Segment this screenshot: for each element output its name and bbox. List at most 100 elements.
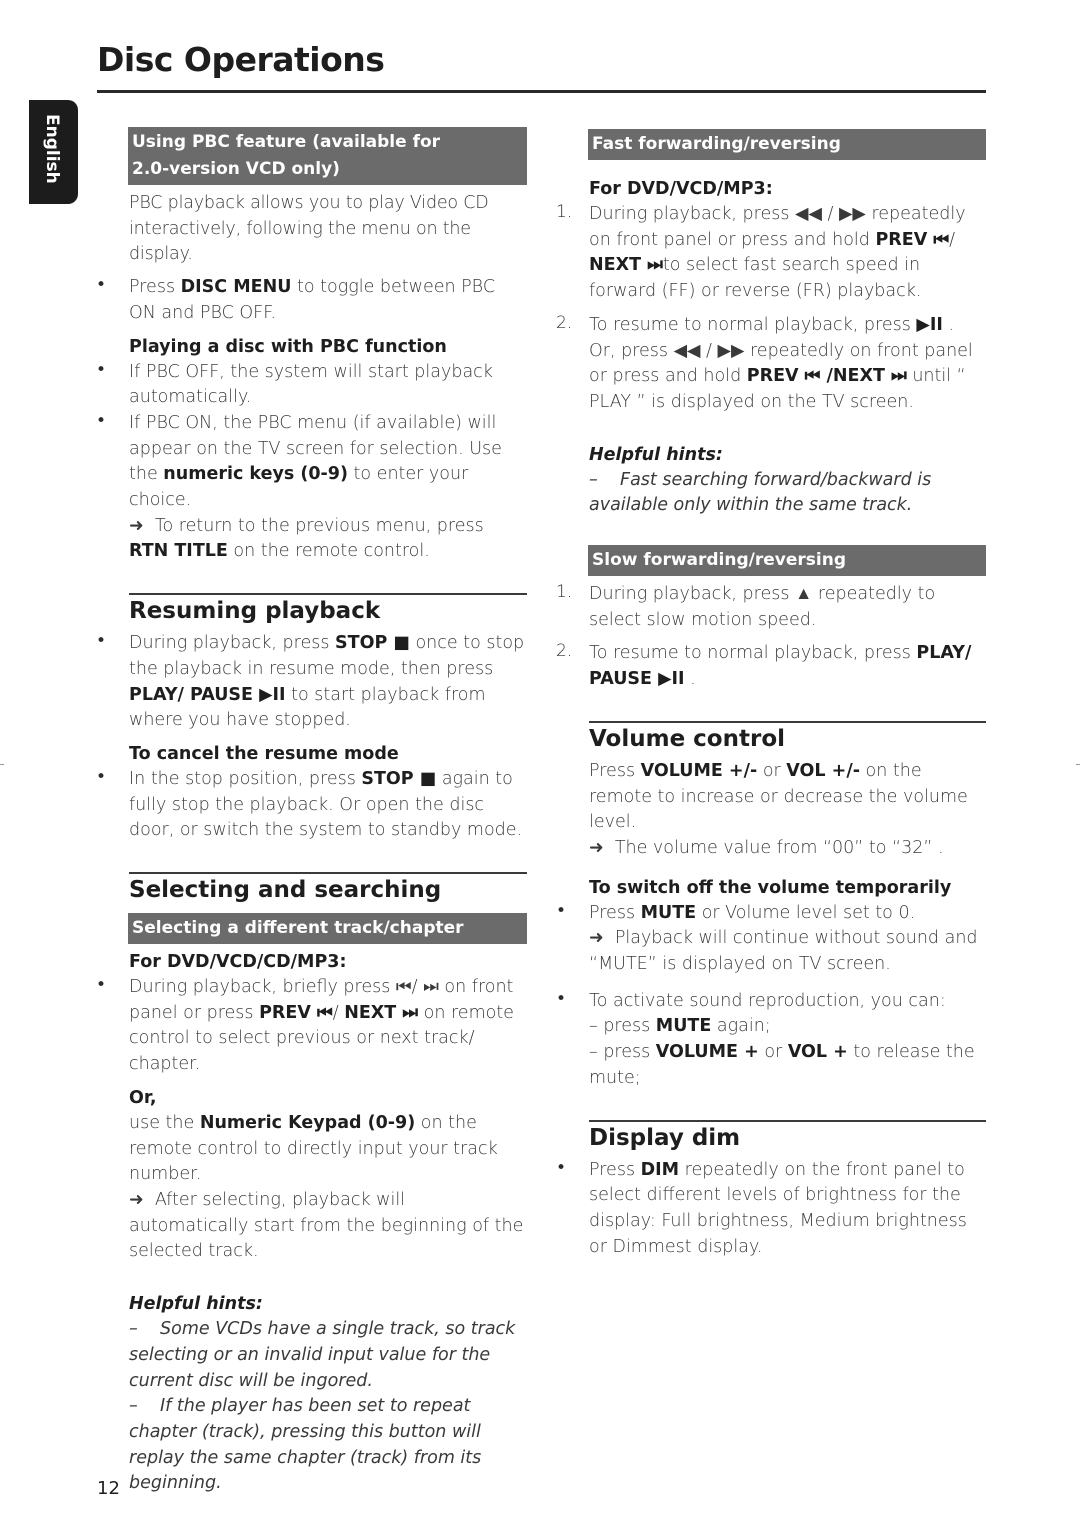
key-volume-plus: VOLUME + — [655, 1042, 759, 1063]
bullet-icon: • — [96, 631, 107, 652]
step-number: 2. — [556, 312, 573, 333]
text: / — [332, 1002, 345, 1023]
fast-step-2: 2. To resume to normal playback, press ▶… — [556, 313, 986, 416]
heading-selecting-searching: Selecting and searching — [129, 872, 527, 904]
key-stop: STOP ■ — [361, 768, 437, 789]
pbc-bullet-2: • If PBC OFF, the system will start play… — [96, 360, 527, 411]
select-bullet: • During playback, briefly press ⏮/ ⏭ on… — [96, 975, 527, 1078]
select-section-bar: Selecting a different track/chapter — [128, 913, 527, 945]
heading-display-dim: Display dim — [589, 1119, 986, 1152]
pbc-bar-line-1: Using PBC feature (available for — [132, 132, 441, 152]
bullet-icon: • — [96, 359, 107, 380]
language-label: English — [42, 114, 62, 184]
text: During playback, press ▲ repeatedly to s… — [589, 584, 936, 630]
text: Press — [129, 277, 181, 298]
helpful-hints-title: Helpful hints: — [129, 1294, 263, 1315]
pbc-bullet-1: • Press DISC MENU to toggle between PBC … — [96, 275, 527, 326]
bullet-icon: • — [556, 1157, 567, 1178]
key-dim: DIM — [640, 1159, 680, 1180]
dash-icon: – — [129, 1319, 138, 1340]
pbc-subheading: Playing a disc with PBC function — [129, 336, 447, 357]
page-number: 12 — [97, 1478, 120, 1499]
fast-section-bar: Fast forwarding/reversing — [588, 129, 986, 160]
helpful-hints-title: Helpful hints: — [589, 444, 723, 465]
hint-text: Fast searching forward/backward is avail… — [589, 469, 932, 516]
key-play-pause: PLAY/ PAUSE ▶II — [129, 684, 286, 705]
language-tab: English — [29, 100, 78, 204]
pbc-bar-line-2: 2.0-version VCD only) — [132, 159, 340, 179]
key-volume: VOLUME +/- — [640, 760, 758, 781]
text: / — [949, 229, 955, 250]
bullet-icon: • — [96, 410, 107, 431]
text: or Volume level set to 0. — [696, 902, 916, 923]
arrow-icon: ➜ — [589, 928, 604, 949]
key-next: NEXT ⏭ — [344, 1002, 419, 1023]
step-number: 1. — [556, 202, 573, 222]
bullet-icon: • — [556, 988, 567, 1009]
text: To return to the previous menu, press — [154, 515, 484, 536]
resume-bullet: • During playback, press STOP ■ once to … — [96, 631, 527, 734]
key-stop: STOP ■ — [335, 633, 410, 654]
activate-bullet: • To activate sound reproduction, you ca… — [556, 989, 986, 1092]
text: or — [758, 1042, 788, 1063]
mute-subheading: To switch off the volume temporarily — [589, 877, 952, 898]
title-rule — [97, 90, 986, 93]
key-vol: VOL +/- — [786, 760, 860, 781]
crop-mark — [1076, 764, 1080, 765]
fast-step-1: 1. During playback, press ◀◀ / ▶▶ repeat… — [556, 202, 986, 305]
text: – press — [589, 1042, 656, 1063]
bullet-icon: • — [96, 975, 107, 996]
crop-mark — [0, 764, 4, 765]
slow-step-2: 2. To resume to normal playback, press P… — [556, 641, 986, 692]
text: or — [757, 760, 787, 781]
key-numeric: numeric keys (0-9) — [163, 464, 348, 485]
select-subheading: For DVD/VCD/CD/MP3: — [129, 952, 347, 973]
hint-text: Some VCDs have a single track, so track … — [129, 1319, 516, 1391]
right-column: Fast forwarding/reversing For DVD/VCD/MP… — [556, 129, 986, 1261]
key-prev: PREV ⏮ — [259, 1002, 333, 1023]
key-mute: MUTE — [640, 902, 697, 923]
text: To resume to normal playback, press — [589, 643, 917, 664]
dash-icon: – — [589, 469, 598, 490]
key-prev: PREV ⏮ — [875, 229, 950, 250]
step-number: 2. — [556, 641, 573, 662]
text: on the remote control. — [227, 541, 430, 562]
dash-icon: – — [129, 1396, 138, 1417]
text: use the — [129, 1112, 200, 1133]
arrow-icon: ➜ — [129, 515, 144, 536]
key-mute: MUTE — [655, 1016, 712, 1037]
key-numeric-keypad: Numeric Keypad (0-9) — [199, 1112, 416, 1133]
pbc-section-bar: Using PBC feature (available for 2.0-ver… — [128, 127, 527, 185]
cancel-bullet: • In the stop position, press STOP ■ aga… — [96, 767, 527, 844]
text: In the stop position, press — [129, 768, 362, 789]
text: After selecting, playback will automatic… — [129, 1189, 524, 1262]
heading-resuming-playback: Resuming playback — [129, 593, 527, 625]
left-column: Using PBC feature (available for 2.0-ver… — [96, 127, 527, 1497]
text: – press — [589, 1016, 656, 1037]
key-vol-plus: VOL + — [787, 1042, 848, 1063]
step-number: 1. — [556, 582, 573, 603]
page-title: Disc Operations — [97, 40, 385, 79]
fast-subheading: For DVD/VCD/MP3: — [589, 179, 773, 199]
text: To activate sound reproduction, you can: — [589, 990, 946, 1011]
key-prev-next: PREV ⏮ /NEXT ⏭ — [746, 366, 907, 387]
text: Playback will continue without sound and… — [589, 928, 978, 975]
text: again; — [711, 1016, 771, 1037]
slow-step-1: 1. During playback, press ▲ repeatedly t… — [556, 582, 986, 633]
text: . — [684, 669, 696, 690]
text: To resume to normal playback, press — [589, 314, 917, 335]
key-rtn-title: RTN TITLE — [129, 541, 228, 562]
text: Press — [589, 1159, 641, 1180]
heading-volume-control: Volume control — [589, 720, 986, 753]
pbc-intro: PBC playback allows you to play Video CD… — [129, 193, 489, 265]
text: If PBC OFF, the system will start playba… — [129, 361, 493, 408]
pbc-bullet-3: • If PBC ON, the PBC menu (if available)… — [96, 411, 527, 565]
text: Press — [589, 760, 641, 781]
slow-section-bar: Slow forwarding/reversing — [588, 545, 986, 577]
arrow-icon: ➜ — [589, 837, 604, 858]
text: The volume value from “00” to “32” . — [614, 837, 944, 858]
or-label: Or, — [129, 1087, 157, 1108]
dim-bullet: • Press DIM repeatedly on the front pane… — [556, 1158, 986, 1261]
key-play-pause: ▶II — [916, 314, 943, 335]
arrow-icon: ➜ — [129, 1189, 144, 1210]
